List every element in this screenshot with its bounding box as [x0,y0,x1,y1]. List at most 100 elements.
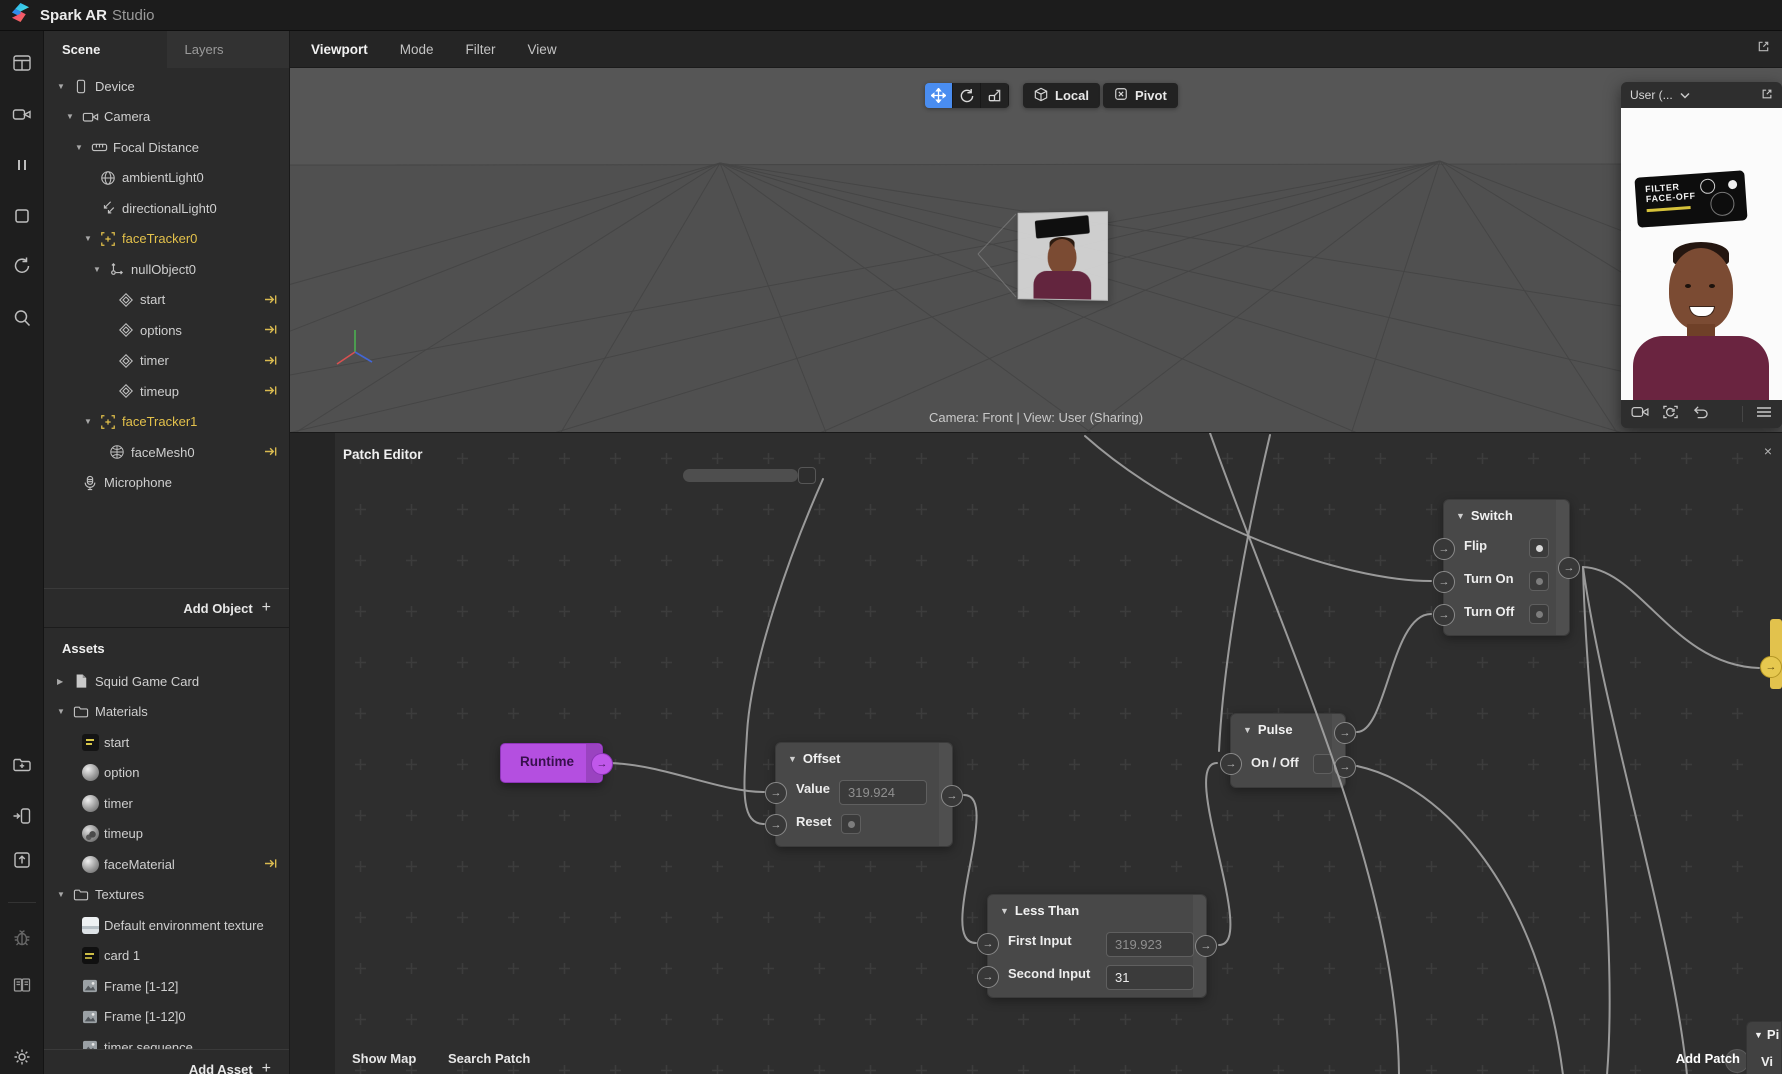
tree-item-nullobject0[interactable]: ▼ nullObject0 [44,254,289,285]
tree-item-focal-distance[interactable]: ▼ Focal Distance [44,132,289,163]
caret-down-icon[interactable]: ▼ [84,234,98,243]
caret-down-icon[interactable]: ▼ [93,265,107,274]
caret-down-icon[interactable]: ▼ [57,707,71,716]
flip-toggle-button[interactable] [1529,538,1549,558]
patch-editor-panel[interactable]: Patch Editor × Runtime → ▼ Offset Value 3… [335,432,1782,1074]
patch-node-less-than[interactable]: ▼ Less Than First Input 319.923 Second In… [977,894,1217,998]
layout-panels-icon[interactable] [12,53,32,73]
search-patch-button[interactable]: Search Patch [448,1051,530,1066]
pulse-input-port[interactable]: → [1220,753,1242,775]
menu-mode[interactable]: Mode [400,42,434,57]
turn-off-button[interactable] [1529,604,1549,624]
search-icon[interactable] [12,308,32,328]
patch-scrollbar[interactable] [683,469,798,482]
pulse-output-port-bottom[interactable]: → [1334,756,1356,778]
turn-on-input-port[interactable]: → [1433,571,1455,593]
insert-arrow-icon[interactable] [264,354,279,370]
tree-item-timeup[interactable]: timeup [44,376,289,407]
first-input-field[interactable]: 319.923 [1106,932,1194,957]
patch-node-pulse[interactable]: ▼ Pulse On / Off → → → [1220,713,1356,788]
asset-item-timer[interactable]: timer [44,788,289,819]
offset-value-field[interactable]: 319.924 [839,780,927,805]
asset-item-frame-1-12[interactable]: Frame [1-12] [44,971,289,1002]
tree-item-camera[interactable]: ▼ Camera [44,102,289,133]
tree-item-facetracker0[interactable]: ▼ faceTracker0 [44,224,289,255]
tree-item-options[interactable]: options [44,315,289,346]
asset-item-materials[interactable]: ▼ Materials [44,697,289,728]
add-object-button[interactable]: Add Object + [44,588,289,627]
flip-input-port[interactable]: → [1433,538,1455,560]
runtime-output-port[interactable]: → [591,753,613,775]
patch-node-fragment-pi[interactable]: ▼ Pi Vi [1746,1021,1782,1074]
asset-item-squid-game-card[interactable]: ▶ Squid Game Card [44,666,289,697]
less-than-output-port[interactable]: → [1195,935,1217,957]
tree-item-start[interactable]: start [44,285,289,316]
offset-reset-button[interactable] [841,814,861,834]
show-map-button[interactable]: Show Map [352,1051,416,1066]
second-input-field[interactable]: 31 [1106,965,1194,990]
capture-rotate-icon[interactable] [1662,404,1679,425]
tab-scene[interactable]: Scene [44,31,167,68]
switch-output-port[interactable]: → [1558,557,1580,579]
rotate-tool-button[interactable] [953,83,981,108]
caret-down-icon[interactable]: ▼ [75,143,89,152]
caret-down-icon[interactable]: ▼ [84,417,98,426]
patch-node-runtime[interactable]: Runtime → [500,743,613,783]
asset-item-card1[interactable]: card 1 [44,941,289,972]
first-input-port[interactable]: → [977,933,999,955]
patch-node-fragment-yellow[interactable] [1770,619,1782,689]
tab-layers[interactable]: Layers [166,31,289,68]
caret-down-icon[interactable]: ▼ [57,82,71,91]
publish-icon[interactable] [12,850,32,870]
viewport-3d-canvas[interactable]: Local Pivot Camera: Front | View: User (… [290,68,1782,432]
camera-toggle-icon[interactable] [1631,405,1649,424]
asset-item-default-env-texture[interactable]: Default environment texture [44,910,289,941]
asset-item-start[interactable]: start [44,727,289,758]
menu-filter[interactable]: Filter [466,42,496,57]
insert-arrow-icon[interactable] [264,857,279,873]
add-patch-button[interactable]: Add Patch [1676,1051,1740,1066]
settings-gear-icon[interactable] [12,1047,32,1067]
offset-reset-port[interactable]: → [765,814,787,836]
stop-icon[interactable] [12,206,32,226]
tree-item-ambientlight[interactable]: ambientLight0 [44,163,289,194]
menu-hamburger-icon[interactable] [1756,405,1772,423]
asset-item-textures[interactable]: ▼ Textures [44,880,289,911]
tree-item-device[interactable]: ▼ Device [44,71,289,102]
node-caret-icon[interactable]: ▼ [1000,906,1009,916]
node-caret-icon[interactable]: ▼ [1456,511,1465,521]
add-folder-icon[interactable] [12,755,32,775]
tree-item-microphone[interactable]: Microphone [44,468,289,499]
caret-down-icon[interactable]: ▼ [66,112,80,121]
tree-item-facemesh0[interactable]: faceMesh0 [44,437,289,468]
turn-on-button[interactable] [1529,571,1549,591]
offset-value-port[interactable]: → [765,782,787,804]
tree-item-directionallight[interactable]: directionalLight0 [44,193,289,224]
move-tool-button[interactable] [925,83,953,108]
pulse-output-port-top[interactable]: → [1334,722,1356,744]
second-input-port[interactable]: → [977,966,999,988]
camera-source-label[interactable]: User (... [1630,88,1673,102]
asset-item-facematerial[interactable]: faceMaterial [44,849,289,880]
local-button[interactable]: Local [1023,83,1100,108]
caret-right-icon[interactable]: ▶ [57,677,71,686]
patch-node-offset[interactable]: ▼ Offset Value 319.924 Reset → → → [765,742,963,847]
insert-arrow-icon[interactable] [264,445,279,461]
patch-scroll-notch[interactable] [798,467,816,484]
face-tracker-object[interactable] [1017,211,1109,301]
chevron-down-icon[interactable] [1680,88,1690,102]
yellow-input-port[interactable]: → [1760,656,1782,678]
asset-item-frame-1-12-0[interactable]: Frame [1-12]0 [44,1002,289,1033]
tree-item-timer[interactable]: timer [44,346,289,377]
node-caret-icon[interactable]: ▼ [1243,725,1252,735]
menu-viewport[interactable]: Viewport [311,42,368,57]
pulse-onoff-field[interactable] [1313,754,1333,774]
debug-bug-icon[interactable] [12,928,32,948]
video-camera-icon[interactable] [12,104,32,124]
patch-node-switch[interactable]: ▼ Switch Flip Turn On Turn Off → → → → [1433,499,1580,636]
tree-item-facetracker1[interactable]: ▼ faceTracker1 [44,407,289,438]
asset-item-option[interactable]: option [44,758,289,789]
node-caret-icon[interactable]: ▼ [788,754,797,764]
popout-preview-icon[interactable] [1761,88,1773,103]
add-asset-button[interactable]: Add Asset + [44,1049,289,1074]
